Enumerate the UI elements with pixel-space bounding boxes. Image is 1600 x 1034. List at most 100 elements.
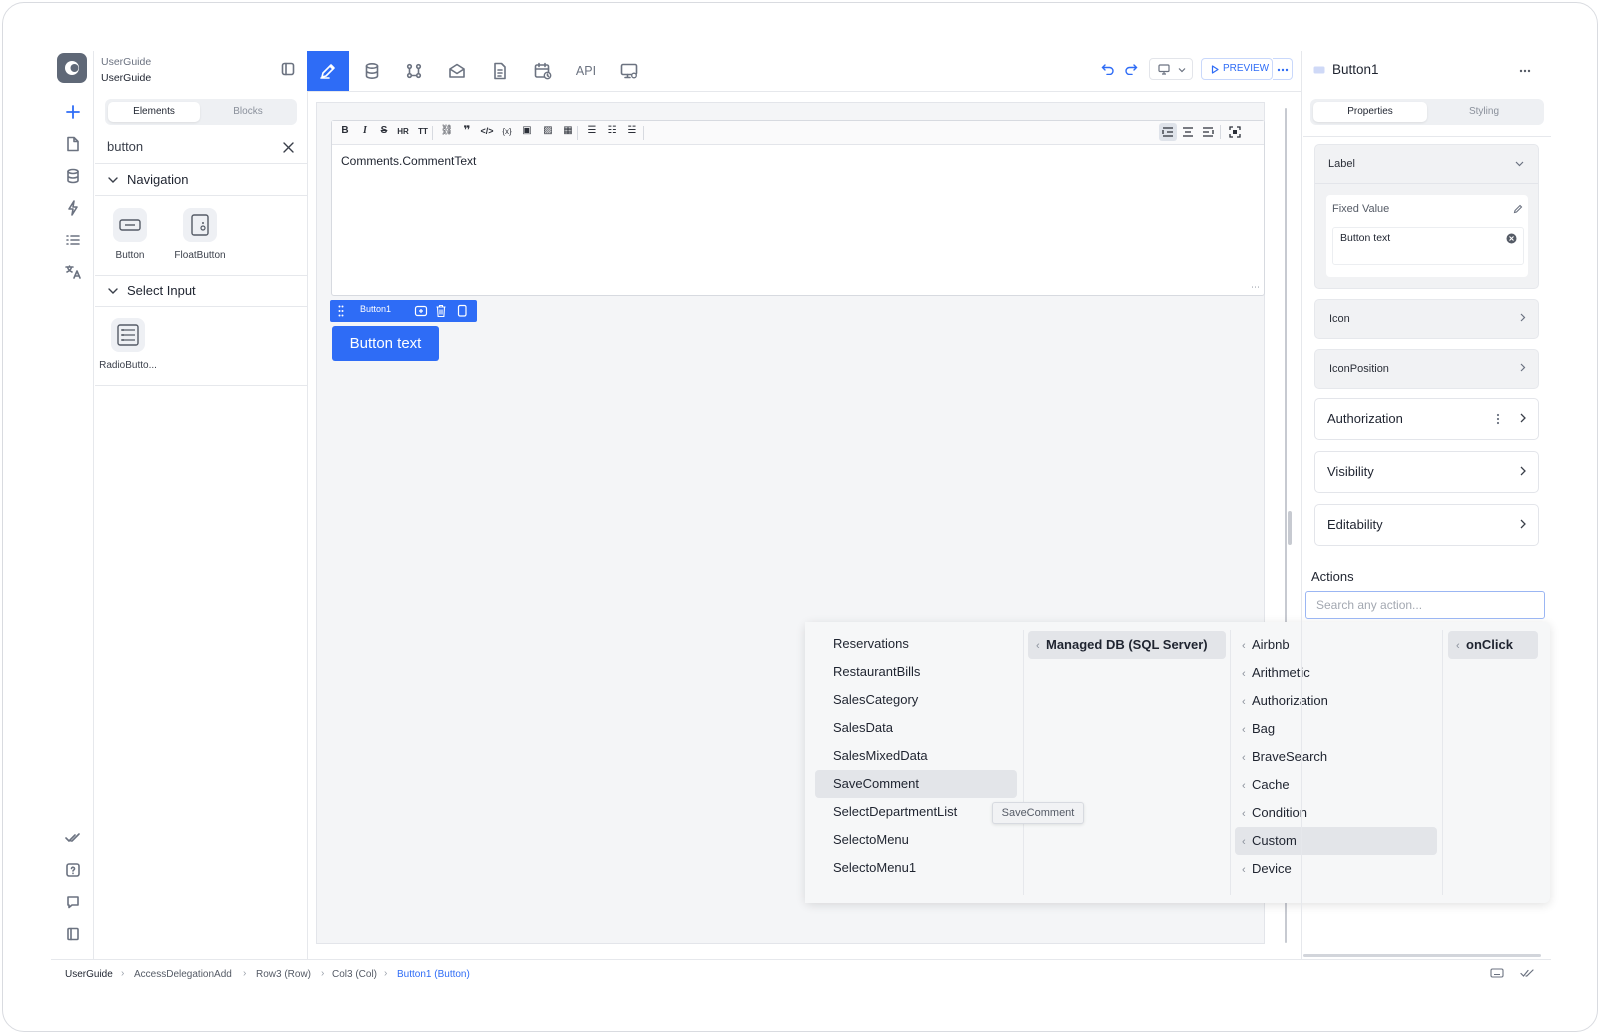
align-left-icon[interactable] (1202, 127, 1214, 137)
tab-design[interactable] (307, 51, 349, 91)
dropdown-item-selected[interactable]: ‹ Managed DB (SQL Server) (1028, 631, 1226, 659)
dropdown-item[interactable]: ‹ Arithmetic (1242, 659, 1310, 687)
breadcrumb-current[interactable]: Button1 (Button) (397, 969, 470, 980)
variable-icon[interactable]: {x} (500, 127, 514, 136)
tab-styling[interactable]: Styling (1427, 102, 1541, 122)
check-double-icon[interactable] (1520, 969, 1534, 978)
dropdown-item-highlighted[interactable]: ‹ Custom (1235, 827, 1437, 855)
pages-icon[interactable] (61, 132, 85, 156)
authorization-section[interactable]: Authorization (1314, 398, 1539, 440)
embed-icon[interactable]: ▣ (520, 125, 534, 136)
copy-icon[interactable] (456, 304, 468, 318)
component-floatbutton[interactable]: FloatButton (170, 208, 230, 261)
editor-content[interactable]: Comments.CommentText (341, 154, 476, 168)
tab-database[interactable] (351, 51, 393, 91)
translate-icon[interactable] (61, 260, 85, 284)
task-list-icon[interactable]: ☱ (625, 125, 639, 136)
editability-section[interactable]: Editability (1314, 504, 1539, 546)
align-center-icon[interactable] (1182, 127, 1194, 137)
breadcrumb-item[interactable]: Row3 (Row) (256, 969, 311, 980)
fullscreen-icon[interactable] (1229, 126, 1241, 138)
add-icon[interactable] (61, 100, 85, 124)
dropdown-item[interactable]: ‹ Airbnb (1242, 631, 1290, 659)
quote-icon[interactable]: ❞ (460, 123, 474, 137)
clear-search-icon[interactable] (283, 142, 294, 153)
numbered-list-icon[interactable]: ☷ (605, 125, 619, 136)
book-icon[interactable] (61, 922, 85, 946)
action-search-input[interactable]: Search any action... (1305, 591, 1545, 619)
help-icon[interactable] (61, 858, 85, 882)
preview-button[interactable]: PREVIEW (1201, 58, 1273, 80)
component-search-input[interactable]: button (107, 139, 143, 154)
redo-icon[interactable] (1124, 63, 1138, 75)
text-style-icon[interactable]: TT (416, 127, 430, 136)
chevron-down-icon[interactable] (108, 287, 118, 295)
dropdown-item[interactable]: ‹ Cache (1242, 771, 1290, 799)
list-icon[interactable] (61, 228, 85, 252)
dropdown-item[interactable]: RestaurantBills (833, 658, 920, 686)
more-options-icon[interactable] (1519, 69, 1531, 73)
dropdown-item[interactable]: SelectoMenu (833, 826, 909, 854)
visibility-section[interactable]: Visibility (1314, 451, 1539, 493)
group-title-navigation[interactable]: Navigation (127, 172, 188, 187)
dropdown-item[interactable]: ‹ Bag (1242, 715, 1275, 743)
tab-ui-settings[interactable] (608, 51, 650, 91)
dropdown-item[interactable]: ‹ Device (1242, 855, 1292, 883)
canvas-button[interactable]: Button text (332, 326, 439, 361)
check-double-icon[interactable] (61, 826, 85, 850)
bullet-list-icon[interactable]: ☰ (585, 125, 599, 136)
tab-email[interactable] (436, 51, 478, 91)
add-sibling-icon[interactable] (414, 304, 428, 318)
italic-icon[interactable]: I (358, 125, 372, 136)
tab-blocks[interactable]: Blocks (202, 102, 294, 122)
dropdown-item[interactable]: ‹ Authorization (1242, 687, 1328, 715)
dropdown-item[interactable]: SalesData (833, 714, 893, 742)
tab-document[interactable] (479, 51, 521, 91)
label-section-title[interactable]: Label (1328, 158, 1355, 170)
dropdown-item[interactable]: Reservations (833, 630, 909, 658)
component-button[interactable]: Button (100, 208, 160, 261)
keyboard-icon[interactable] (1490, 968, 1504, 978)
resize-grip-icon[interactable]: ⋯ (1251, 282, 1260, 293)
code-icon[interactable]: </> (480, 126, 494, 136)
tab-scheduler[interactable] (522, 51, 564, 91)
rich-text-editor[interactable]: B I S HR TT ⛓ ❞ </> {x} ▣ ▨ ▦ ☰ ☷ ☱ Comm… (331, 120, 1265, 296)
right-panel-scrollbar[interactable] (1303, 954, 1541, 957)
align-right-icon[interactable] (1159, 123, 1177, 141)
iconposition-section[interactable]: IconPosition (1314, 349, 1539, 389)
dropdown-item-highlighted[interactable]: SaveComment (815, 770, 1017, 798)
dropdown-item[interactable]: ‹ Condition (1242, 799, 1307, 827)
component-radiobutton[interactable]: RadioButto... (98, 318, 158, 371)
device-select[interactable] (1149, 58, 1193, 80)
tab-elements[interactable]: Elements (108, 102, 200, 122)
dropdown-item[interactable]: SalesCategory (833, 686, 918, 714)
lightning-icon[interactable] (61, 196, 85, 220)
dropdown-item[interactable]: SelectDepartmentList (833, 798, 957, 826)
trash-icon[interactable] (435, 304, 447, 318)
collapse-panel-icon[interactable] (281, 62, 295, 76)
image-icon[interactable]: ▨ (541, 125, 555, 136)
chevron-down-icon[interactable] (108, 176, 118, 184)
strikethrough-icon[interactable]: S (377, 125, 391, 136)
dropdown-item[interactable]: ‹ BraveSearch (1242, 743, 1327, 771)
tab-properties[interactable]: Properties (1313, 102, 1427, 122)
link-icon[interactable]: ⛓ (440, 125, 454, 136)
group-title-select-input[interactable]: Select Input (127, 283, 196, 298)
dropdown-item-selected[interactable]: ‹ onClick (1448, 631, 1538, 659)
app-logo[interactable] (57, 53, 87, 83)
icon-section[interactable]: Icon (1314, 299, 1539, 339)
breadcrumb-item[interactable]: UserGuide (65, 969, 113, 980)
panel-resize-handle[interactable] (1288, 511, 1292, 545)
dropdown-item[interactable]: SelectoMenu1 (833, 854, 916, 882)
chevron-down-icon[interactable] (1515, 161, 1524, 167)
tab-api[interactable]: API (565, 51, 607, 91)
clear-value-icon[interactable] (1506, 233, 1517, 244)
tab-workflow[interactable] (393, 51, 435, 91)
edit-binding-icon[interactable] (1513, 204, 1523, 214)
horizontal-rule-icon[interactable]: HR (396, 127, 410, 136)
breadcrumb-item[interactable]: AccessDelegationAdd (134, 969, 232, 980)
preview-more-icon[interactable] (1273, 58, 1293, 80)
kebab-icon[interactable] (1496, 413, 1500, 425)
bold-icon[interactable]: B (338, 125, 352, 136)
database-icon[interactable] (61, 164, 85, 188)
